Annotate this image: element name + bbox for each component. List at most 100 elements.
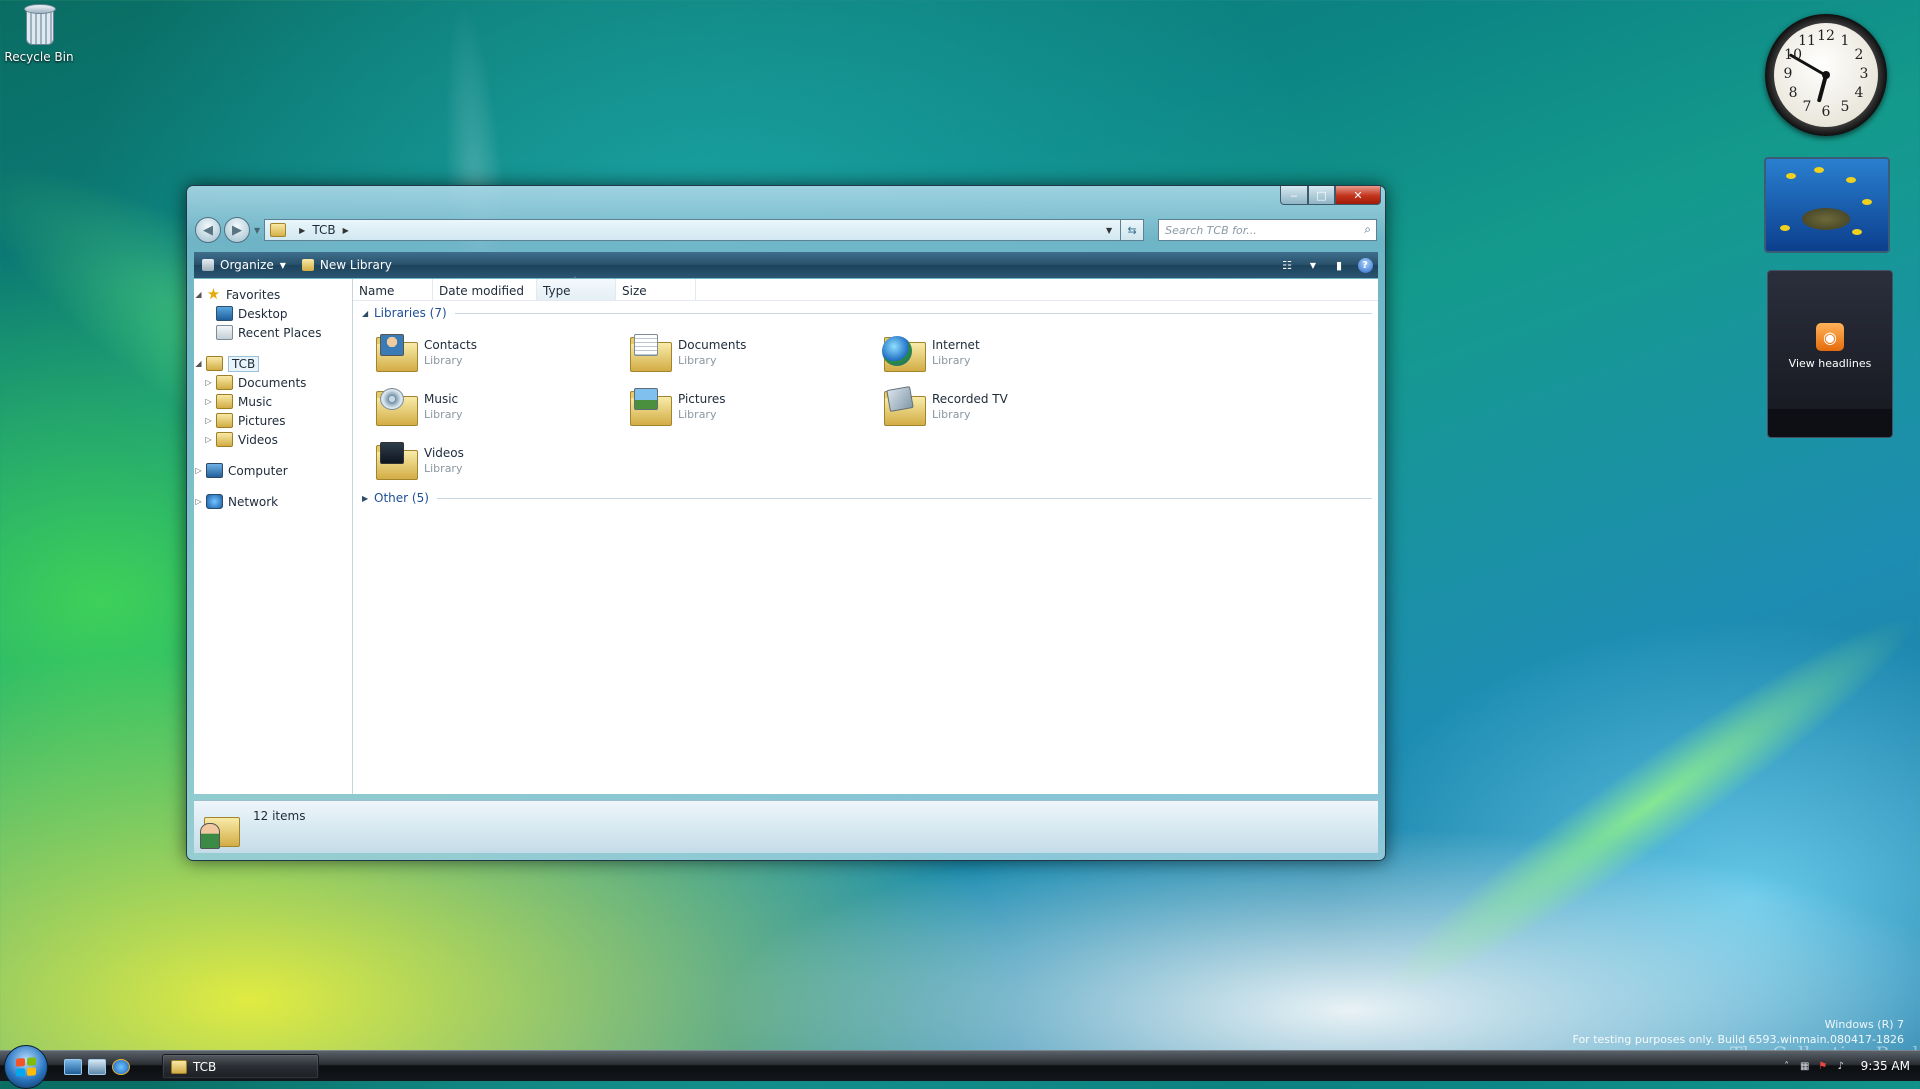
tree-pictures-label: Pictures <box>238 413 286 428</box>
forward-button[interactable]: ▶ <box>224 217 250 243</box>
library-type: Library <box>678 353 717 367</box>
minimize-button[interactable]: ‒ <box>1280 186 1308 205</box>
library-name: Pictures <box>678 391 726 406</box>
tree-recent-places[interactable]: Recent Places <box>194 323 352 342</box>
library-tile-contacts[interactable]: Contacts Library <box>374 330 628 374</box>
expand-icon[interactable]: ▷ <box>204 435 213 444</box>
library-name: Music <box>424 391 459 406</box>
group-libraries[interactable]: ◢ Libraries (7) <box>353 303 1378 323</box>
expand-icon[interactable]: ▷ <box>204 397 213 406</box>
content-area: ◢ ★ Favorites Desktop Recent Places ◢ TC… <box>194 276 1378 794</box>
refresh-button[interactable]: ⇆ <box>1121 219 1145 241</box>
address-bar[interactable]: ▶ TCB ▶ ▼ <box>264 219 1122 241</box>
library-name: Contacts <box>424 337 477 352</box>
refresh-icon: ⇆ <box>1127 223 1137 237</box>
network-icon <box>206 494 223 509</box>
expand-icon[interactable]: ▷ <box>204 378 213 387</box>
library-name: Videos <box>424 445 464 460</box>
desktop-icon <box>216 306 233 321</box>
column-date-modified[interactable]: Date modified <box>433 279 537 300</box>
maximize-button[interactable]: □ <box>1308 186 1335 205</box>
library-type: Library <box>932 407 971 421</box>
recycle-bin[interactable]: Recycle Bin <box>4 2 74 64</box>
tree-computer-label: Computer <box>228 463 288 478</box>
caption-buttons: ‒ □ ✕ <box>1280 186 1381 205</box>
library-type: Library <box>678 407 717 421</box>
clock-number: 6 <box>1821 104 1831 120</box>
taskbar: TCB ˄ ▦ ⚑ ♪ 9:35 AM <box>0 1045 1920 1089</box>
view-headlines-label[interactable]: View headlines <box>1768 357 1892 370</box>
videos-library-icon <box>374 440 418 480</box>
action-center-icon[interactable]: ⚑ <box>1817 1060 1829 1072</box>
search-input[interactable]: Search TCB for... ⌕ <box>1158 219 1377 241</box>
internet-explorer-icon[interactable] <box>112 1059 130 1075</box>
library-tile-pictures[interactable]: Pictures Library <box>628 384 882 428</box>
column-name[interactable]: Name <box>353 279 433 300</box>
help-button[interactable]: ? <box>1356 256 1374 274</box>
tree-desktop[interactable]: Desktop <box>194 304 352 323</box>
library-tile-recorded-tv[interactable]: Recorded TV Library <box>882 384 1136 428</box>
feed-headlines-gadget[interactable]: ◉ View headlines <box>1767 270 1893 438</box>
clock-time[interactable]: 9:35 AM <box>1861 1059 1910 1073</box>
library-type: Library <box>424 407 463 421</box>
show-desktop-icon[interactable] <box>64 1059 82 1075</box>
item-count: 12 items <box>253 809 306 823</box>
clock-number: 2 <box>1854 47 1864 63</box>
rss-icon: ◉ <box>1816 323 1844 351</box>
computer-icon <box>206 463 223 478</box>
preview-pane-icon[interactable]: ▮ <box>1330 256 1348 274</box>
address-dropdown-icon[interactable]: ▼ <box>1106 226 1112 235</box>
switch-windows-icon[interactable] <box>88 1059 106 1075</box>
tree-music[interactable]: ▷ Music <box>194 392 352 411</box>
group-other[interactable]: ▶ Other (5) <box>353 488 1378 508</box>
expand-icon[interactable]: ▷ <box>204 416 213 425</box>
breadcrumb-chevron-icon[interactable]: ▶ <box>299 226 305 235</box>
new-library-button[interactable]: New Library <box>294 252 400 278</box>
library-tile-music[interactable]: Music Library <box>374 384 628 428</box>
breadcrumb-chevron-icon[interactable]: ▶ <box>343 226 349 235</box>
tree-computer[interactable]: ▷ Computer <box>194 461 352 480</box>
pictures-library-icon <box>628 386 672 426</box>
tree-videos[interactable]: ▷ Videos <box>194 430 352 449</box>
pictures-library-icon <box>216 413 233 428</box>
clock-number: 8 <box>1788 85 1798 101</box>
breadcrumb-tcb[interactable]: TCB <box>312 223 335 237</box>
collapse-icon[interactable]: ◢ <box>194 290 203 299</box>
tree-pictures[interactable]: ▷ Pictures <box>194 411 352 430</box>
column-type[interactable]: ˄ Type <box>537 276 616 300</box>
system-tray: ˄ ▦ ⚑ ♪ 9:35 AM <box>1781 1051 1910 1081</box>
recent-pages-dropdown[interactable]: ▼ <box>254 226 260 235</box>
internet-library-icon <box>882 332 926 372</box>
close-icon: ✕ <box>1353 188 1363 202</box>
expand-icon[interactable]: ▷ <box>194 497 203 506</box>
library-tile-videos[interactable]: Videos Library <box>374 438 628 482</box>
show-hidden-icons-icon[interactable]: ˄ <box>1781 1060 1793 1072</box>
windows-logo-icon <box>16 1057 36 1077</box>
start-button[interactable] <box>4 1045 48 1089</box>
column-size[interactable]: Size <box>616 279 696 300</box>
views-dropdown-icon[interactable]: ▼ <box>1304 256 1322 274</box>
slideshow-gadget[interactable] <box>1764 157 1890 253</box>
tree-network[interactable]: ▷ Network <box>194 492 352 511</box>
taskbar-button-tcb[interactable]: TCB <box>162 1054 319 1079</box>
tree-documents[interactable]: ▷ Documents <box>194 373 352 392</box>
views-icon[interactable]: ☷ <box>1278 256 1296 274</box>
clock-gadget[interactable]: 12 1 2 3 4 5 6 7 8 9 10 11 <box>1765 14 1887 136</box>
tree-tcb[interactable]: ◢ TCB <box>194 354 352 373</box>
library-type: Library <box>932 353 971 367</box>
back-button[interactable]: ◀ <box>195 217 221 243</box>
collapse-icon[interactable]: ◢ <box>194 359 203 368</box>
organize-icon <box>202 259 214 271</box>
library-name: Documents <box>678 337 747 352</box>
library-tile-internet[interactable]: Internet Library <box>882 330 1136 374</box>
close-button[interactable]: ✕ <box>1335 186 1381 205</box>
network-tray-icon[interactable]: ▦ <box>1799 1060 1811 1072</box>
expand-icon[interactable]: ▷ <box>194 466 203 475</box>
volume-icon[interactable]: ♪ <box>1835 1060 1847 1072</box>
new-library-label: New Library <box>319 258 392 272</box>
search-icon[interactable]: ⌕ <box>1364 222 1371 237</box>
library-tile-documents[interactable]: Documents Library <box>628 330 882 374</box>
fish-image <box>1846 177 1856 183</box>
tree-favorites[interactable]: ◢ ★ Favorites <box>194 285 352 304</box>
organize-button[interactable]: Organize ▼ <box>194 252 294 278</box>
